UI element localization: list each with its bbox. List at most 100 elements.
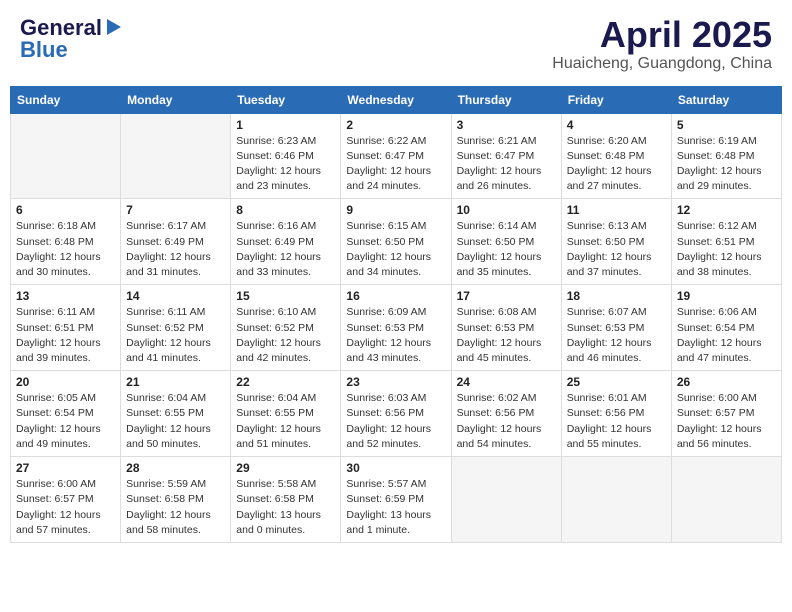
- day-number: 3: [457, 118, 556, 132]
- day-detail: Sunrise: 6:11 AMSunset: 6:51 PMDaylight:…: [16, 305, 115, 366]
- calendar-table: SundayMondayTuesdayWednesdayThursdayFrid…: [10, 86, 782, 543]
- day-number: 16: [346, 289, 445, 303]
- calendar-cell: 13 Sunrise: 6:11 AMSunset: 6:51 PMDayligh…: [11, 285, 121, 371]
- day-number: 7: [126, 203, 225, 217]
- calendar-cell: 14 Sunrise: 6:11 AMSunset: 6:52 PMDayligh…: [121, 285, 231, 371]
- calendar-week-row: 13 Sunrise: 6:11 AMSunset: 6:51 PMDayligh…: [11, 285, 782, 371]
- day-number: 4: [567, 118, 666, 132]
- day-detail: Sunrise: 6:08 AMSunset: 6:53 PMDaylight:…: [457, 305, 556, 366]
- day-number: 14: [126, 289, 225, 303]
- day-number: 15: [236, 289, 335, 303]
- calendar-header-row: SundayMondayTuesdayWednesdayThursdayFrid…: [11, 86, 782, 113]
- day-detail: Sunrise: 6:13 AMSunset: 6:50 PMDaylight:…: [567, 219, 666, 280]
- day-number: 20: [16, 375, 115, 389]
- logo: General Blue: [20, 15, 121, 63]
- calendar-cell: 30 Sunrise: 5:57 AMSunset: 6:59 PMDayligh…: [341, 457, 451, 543]
- day-number: 28: [126, 461, 225, 475]
- day-number: 23: [346, 375, 445, 389]
- day-detail: Sunrise: 6:14 AMSunset: 6:50 PMDaylight:…: [457, 219, 556, 280]
- calendar-cell: 18 Sunrise: 6:07 AMSunset: 6:53 PMDayligh…: [561, 285, 671, 371]
- weekday-header-wednesday: Wednesday: [341, 86, 451, 113]
- calendar-cell: 5 Sunrise: 6:19 AMSunset: 6:48 PMDaylight…: [671, 113, 781, 199]
- calendar-cell: 2 Sunrise: 6:22 AMSunset: 6:47 PMDaylight…: [341, 113, 451, 199]
- day-detail: Sunrise: 6:17 AMSunset: 6:49 PMDaylight:…: [126, 219, 225, 280]
- calendar-cell: 12Sunrise: 6:12 AMSunset: 6:51 PMDayligh…: [671, 199, 781, 285]
- day-detail: Sunrise: 6:20 AMSunset: 6:48 PMDaylight:…: [567, 134, 666, 195]
- calendar-cell: [451, 457, 561, 543]
- calendar-cell: 22 Sunrise: 6:04 AMSunset: 6:55 PMDayligh…: [231, 371, 341, 457]
- logo-triangle-icon: [103, 17, 121, 37]
- day-detail: Sunrise: 6:21 AMSunset: 6:47 PMDaylight:…: [457, 134, 556, 195]
- calendar-week-row: 27 Sunrise: 6:00 AMSunset: 6:57 PMDayligh…: [11, 457, 782, 543]
- calendar-cell: 24 Sunrise: 6:02 AMSunset: 6:56 PMDayligh…: [451, 371, 561, 457]
- calendar-cell: 25Sunrise: 6:01 AMSunset: 6:56 PMDayligh…: [561, 371, 671, 457]
- day-number: 2: [346, 118, 445, 132]
- day-detail: Sunrise: 6:07 AMSunset: 6:53 PMDaylight:…: [567, 305, 666, 366]
- day-detail: Sunrise: 5:57 AMSunset: 6:59 PMDaylight:…: [346, 477, 445, 538]
- day-detail: Sunrise: 6:00 AMSunset: 6:57 PMDaylight:…: [16, 477, 115, 538]
- day-detail: Sunrise: 6:12 AMSunset: 6:51 PMDaylight:…: [677, 219, 776, 280]
- calendar-cell: 23Sunrise: 6:03 AMSunset: 6:56 PMDayligh…: [341, 371, 451, 457]
- logo-blue-text: Blue: [20, 37, 68, 63]
- calendar-cell: 10 Sunrise: 6:14 AMSunset: 6:50 PMDayligh…: [451, 199, 561, 285]
- day-detail: Sunrise: 6:05 AMSunset: 6:54 PMDaylight:…: [16, 391, 115, 452]
- calendar-cell: 20 Sunrise: 6:05 AMSunset: 6:54 PMDayligh…: [11, 371, 121, 457]
- day-detail: Sunrise: 6:11 AMSunset: 6:52 PMDaylight:…: [126, 305, 225, 366]
- day-number: 9: [346, 203, 445, 217]
- calendar-cell: [671, 457, 781, 543]
- calendar-week-row: 20 Sunrise: 6:05 AMSunset: 6:54 PMDayligh…: [11, 371, 782, 457]
- day-detail: Sunrise: 6:09 AMSunset: 6:53 PMDaylight:…: [346, 305, 445, 366]
- day-number: 27: [16, 461, 115, 475]
- day-detail: Sunrise: 6:10 AMSunset: 6:52 PMDaylight:…: [236, 305, 335, 366]
- month-title: April 2025: [552, 15, 772, 55]
- day-number: 10: [457, 203, 556, 217]
- day-detail: Sunrise: 5:59 AMSunset: 6:58 PMDaylight:…: [126, 477, 225, 538]
- day-detail: Sunrise: 6:04 AMSunset: 6:55 PMDaylight:…: [236, 391, 335, 452]
- calendar-cell: [11, 113, 121, 199]
- day-detail: Sunrise: 6:02 AMSunset: 6:56 PMDaylight:…: [457, 391, 556, 452]
- calendar-cell: 7 Sunrise: 6:17 AMSunset: 6:49 PMDaylight…: [121, 199, 231, 285]
- weekday-header-sunday: Sunday: [11, 86, 121, 113]
- calendar-week-row: 6 Sunrise: 6:18 AMSunset: 6:48 PMDaylight…: [11, 199, 782, 285]
- day-detail: Sunrise: 6:06 AMSunset: 6:54 PMDaylight:…: [677, 305, 776, 366]
- calendar-cell: 8Sunrise: 6:16 AMSunset: 6:49 PMDaylight…: [231, 199, 341, 285]
- calendar-cell: [121, 113, 231, 199]
- day-detail: Sunrise: 5:58 AMSunset: 6:58 PMDaylight:…: [236, 477, 335, 538]
- calendar-cell: 16 Sunrise: 6:09 AMSunset: 6:53 PMDayligh…: [341, 285, 451, 371]
- day-number: 26: [677, 375, 776, 389]
- weekday-header-monday: Monday: [121, 86, 231, 113]
- day-detail: Sunrise: 6:00 AMSunset: 6:57 PMDaylight:…: [677, 391, 776, 452]
- day-number: 5: [677, 118, 776, 132]
- weekday-header-tuesday: Tuesday: [231, 86, 341, 113]
- day-number: 30: [346, 461, 445, 475]
- day-number: 18: [567, 289, 666, 303]
- calendar-cell: [561, 457, 671, 543]
- day-number: 17: [457, 289, 556, 303]
- weekday-header-saturday: Saturday: [671, 86, 781, 113]
- calendar-cell: 4 Sunrise: 6:20 AMSunset: 6:48 PMDaylight…: [561, 113, 671, 199]
- day-number: 13: [16, 289, 115, 303]
- day-detail: Sunrise: 6:19 AMSunset: 6:48 PMDaylight:…: [677, 134, 776, 195]
- day-number: 11: [567, 203, 666, 217]
- day-detail: Sunrise: 6:15 AMSunset: 6:50 PMDaylight:…: [346, 219, 445, 280]
- calendar-cell: 6 Sunrise: 6:18 AMSunset: 6:48 PMDaylight…: [11, 199, 121, 285]
- location-subtitle: Huaicheng, Guangdong, China: [552, 55, 772, 73]
- weekday-header-thursday: Thursday: [451, 86, 561, 113]
- day-detail: Sunrise: 6:18 AMSunset: 6:48 PMDaylight:…: [16, 219, 115, 280]
- calendar-cell: 15 Sunrise: 6:10 AMSunset: 6:52 PMDayligh…: [231, 285, 341, 371]
- calendar-cell: 11 Sunrise: 6:13 AMSunset: 6:50 PMDayligh…: [561, 199, 671, 285]
- day-number: 29: [236, 461, 335, 475]
- day-number: 6: [16, 203, 115, 217]
- calendar-cell: 1Sunrise: 6:23 AMSunset: 6:46 PMDaylight…: [231, 113, 341, 199]
- day-detail: Sunrise: 6:23 AMSunset: 6:46 PMDaylight:…: [236, 134, 335, 195]
- calendar-cell: 19Sunrise: 6:06 AMSunset: 6:54 PMDayligh…: [671, 285, 781, 371]
- calendar-cell: 26 Sunrise: 6:00 AMSunset: 6:57 PMDayligh…: [671, 371, 781, 457]
- day-number: 22: [236, 375, 335, 389]
- day-number: 24: [457, 375, 556, 389]
- weekday-header-friday: Friday: [561, 86, 671, 113]
- day-number: 8: [236, 203, 335, 217]
- calendar-cell: 29 Sunrise: 5:58 AMSunset: 6:58 PMDayligh…: [231, 457, 341, 543]
- calendar-cell: 17 Sunrise: 6:08 AMSunset: 6:53 PMDayligh…: [451, 285, 561, 371]
- day-detail: Sunrise: 6:22 AMSunset: 6:47 PMDaylight:…: [346, 134, 445, 195]
- calendar-cell: 3 Sunrise: 6:21 AMSunset: 6:47 PMDaylight…: [451, 113, 561, 199]
